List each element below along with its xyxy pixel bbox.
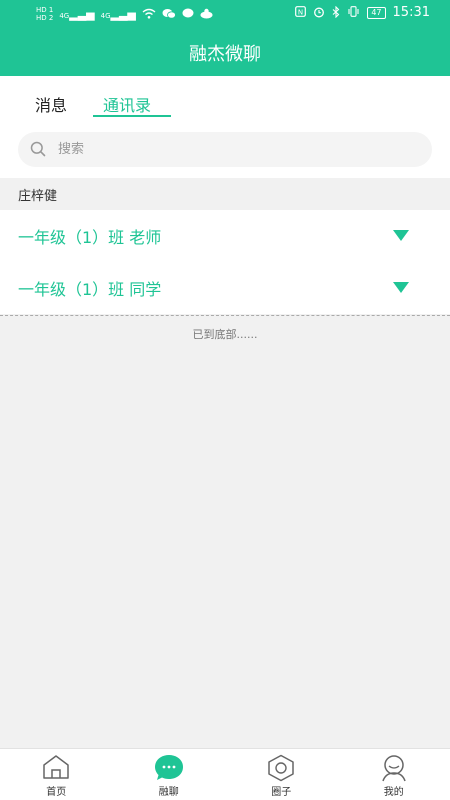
nav-label: 首页: [46, 787, 67, 798]
nav-item-home[interactable]: 首页: [0, 749, 113, 800]
signal-icon-2: 4G▂▃▅: [100, 7, 136, 21]
sim-indicator: HD 1 HD 2: [36, 6, 53, 22]
nav-item-chat[interactable]: 融聊: [113, 749, 226, 800]
wechat-icon: [162, 8, 176, 21]
nav-label: 我的: [383, 787, 404, 798]
bottom-nav: 首页 融聊 圈子 我的: [0, 748, 450, 800]
app-notification-icon: [200, 8, 213, 21]
app-header: 融杰微聊: [0, 30, 450, 76]
status-bar: HD 1 HD 2 4G▂▃▅ 4G▂▃▅ N 47 15:31: [0, 0, 450, 30]
expand-arrow-icon[interactable]: [393, 282, 409, 293]
group-row-teachers[interactable]: 一年级（1）班 老师: [0, 210, 450, 262]
search-bar: [0, 122, 450, 178]
group-row-students[interactable]: 一年级（1）班 同学: [0, 262, 450, 314]
status-left: HD 1 HD 2 4G▂▃▅ 4G▂▃▅: [36, 6, 213, 22]
nav-item-circle[interactable]: 圈子: [225, 749, 338, 800]
search-box[interactable]: [18, 132, 432, 167]
battery-icon: 47: [367, 6, 386, 19]
expand-arrow-icon[interactable]: [393, 230, 409, 241]
chat-icon: [154, 754, 184, 786]
group-label: 一年级（1）班 老师: [18, 228, 162, 247]
section-header: 庄梓健: [0, 178, 450, 210]
bluetooth-icon: [332, 5, 340, 20]
nav-label: 圈子: [271, 787, 292, 798]
nav-label: 融聊: [158, 787, 179, 798]
nav-item-profile[interactable]: 我的: [338, 749, 450, 800]
signal-icon: 4G▂▃▅: [59, 7, 95, 21]
tab-messages[interactable]: 消息: [35, 92, 67, 116]
home-icon: [41, 754, 71, 784]
status-time: 15:31: [392, 5, 430, 20]
svg-text:N: N: [298, 8, 303, 16]
profile-icon: [379, 754, 409, 786]
page-title: 融杰微聊: [189, 44, 261, 65]
sim2-label: HD 2: [36, 14, 54, 22]
message-icon: [182, 8, 194, 21]
section-title: 庄梓健: [18, 189, 58, 204]
wifi-icon: [142, 8, 156, 21]
tab-contacts[interactable]: 通讯录: [103, 92, 151, 116]
status-right: N 47 15:31: [295, 5, 430, 20]
group-list: 一年级（1）班 老师 一年级（1）班 同学: [0, 210, 450, 314]
vibrate-icon: [347, 6, 360, 19]
search-input[interactable]: [58, 132, 418, 167]
search-icon: [30, 141, 46, 157]
alarm-icon: [313, 6, 325, 20]
group-label: 一年级（1）班 同学: [18, 280, 162, 299]
nfc-icon: N: [295, 6, 307, 19]
list-end-text: 已到底部......: [192, 328, 258, 341]
list-divider: [0, 315, 450, 316]
tab-active-indicator: [93, 115, 171, 117]
tab-bar: 消息 通讯录: [0, 76, 450, 122]
circle-icon: [266, 754, 296, 786]
sim1-label: HD 1: [36, 6, 54, 14]
